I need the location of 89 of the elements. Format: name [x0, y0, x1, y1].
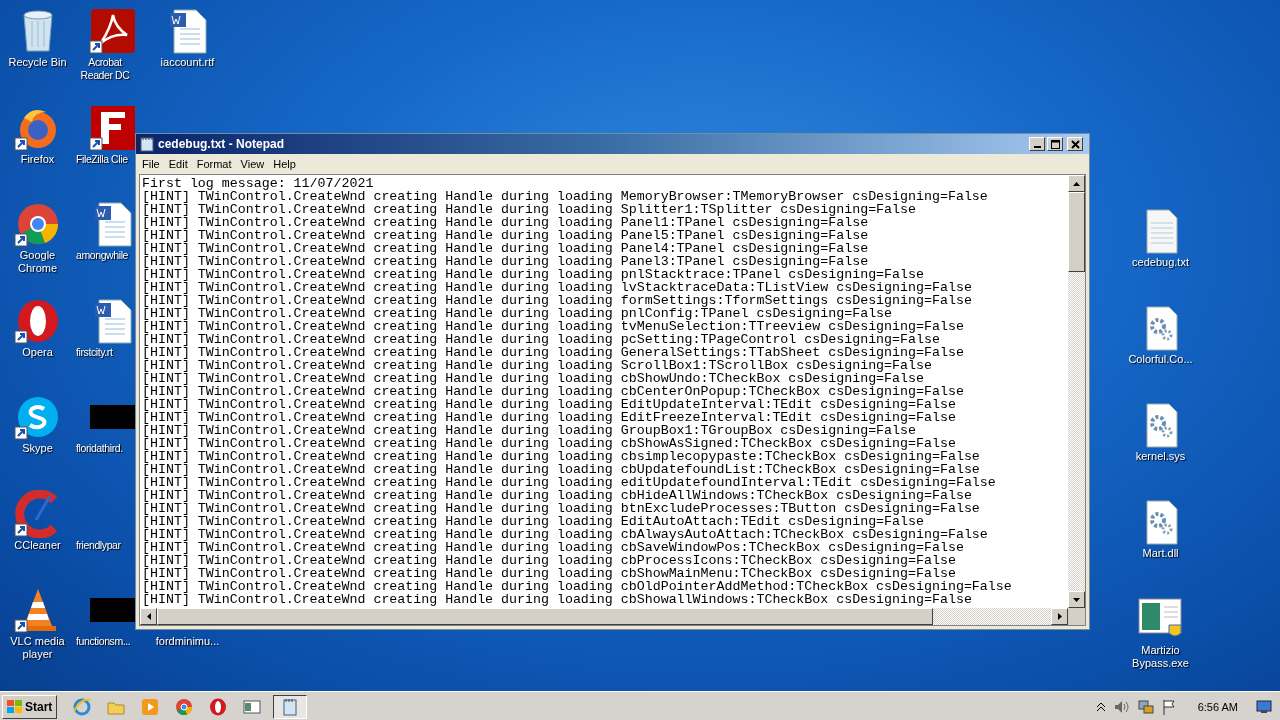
text-line: [HINT] TWinControl.CreateWnd creating Handle during loading MemoryBrowser:TMemoryBrowser csDesigning=False [142, 190, 989, 203]
show-desktop-icon[interactable] [1256, 699, 1272, 714]
filezilla-icon[interactable] [88, 103, 137, 152]
pdf-icon[interactable] [88, 7, 137, 55]
icon-label[interactable]: CCleaner [14, 538, 61, 552]
text-line: [HINT] TWinControl.CreateWnd creating Handle during loading lvStacktraceData:TListView csDesigning=False [142, 281, 973, 294]
text-line: [HINT] TWinControl.CreateWnd creating Handle during loading cbProcessIcons:TCheckBox csDesigning=False [142, 554, 956, 567]
menu-item[interactable]: Format [193, 158, 238, 170]
text-line: [HINT] TWinControl.CreateWnd creating Handle during loading cbsimplecopypaste:TCheckBox csDesigning=False [142, 450, 981, 463]
text-line: [HINT] TWinControl.CreateWnd creating Handle during loading cbShowUndo:TCheckBox csDesigning=False [142, 372, 924, 385]
text-line: [HINT] TWinControl.CreateWnd creating Handle during loading cbUpdatefoundList:TCheckBox csDesigning=False [142, 463, 980, 476]
minimize-icon [1033, 146, 1041, 148]
menu-item[interactable]: File [139, 158, 166, 170]
text-line: [HINT] TWinControl.CreateWnd creating Handle during loading cbCenterOnPopup:TCheckBox csDesigning=False [142, 385, 965, 398]
icon-label[interactable]: iaccount.rtf [160, 56, 215, 69]
text-line: First log message: 11/07/2021 [142, 177, 375, 190]
icon-label[interactable]: Martizio Bypass.exe [1124, 644, 1197, 670]
text-line: [HINT] TWinControl.CreateWnd creating Handle during loading formSettings:TformSettings csDesigning=False [142, 294, 973, 307]
icon-label[interactable]: Acrobat Reader DC [76, 56, 134, 82]
windows-logo-icon [7, 699, 23, 714]
menu-item[interactable]: Help [270, 158, 302, 170]
icon-label[interactable]: friendlypar [76, 538, 121, 552]
down-arrow-icon[interactable] [1073, 597, 1080, 602]
network-icon[interactable] [1137, 698, 1154, 715]
text-line: [HINT] TWinControl.CreateWnd creating Handle during loading pnlConfig:TPanel csDesigning=False [142, 307, 893, 320]
icon-label[interactable]: Mart.dll [1142, 547, 1179, 560]
icon-label[interactable]: Opera [22, 345, 53, 359]
notepad-icon [140, 136, 154, 152]
text-line: [HINT] TWinControl.CreateWnd creating Handle during loading cbShowAsSigned:TCheckBox csDesigning=False [142, 437, 956, 450]
text-line: [HINT] TWinControl.CreateWnd creating Handle during loading editUpdatefoundInterval:TEdit csDesigning=False [142, 476, 997, 489]
text-line: [HINT] TWinControl.CreateWnd creating Handle during loading tvMenuSelection:TTreeview csDesigning=False [142, 320, 965, 333]
speaker-icon[interactable] [1113, 699, 1130, 714]
text-line: [HINT] TWinControl.CreateWnd creating Handle during loading Panel1:TPanel csDesigning=False [142, 216, 869, 229]
horizontal-scrollbar[interactable] [140, 608, 1068, 625]
icon-label[interactable]: Firefox [20, 152, 55, 166]
icon-label[interactable]: FileZilla Clie [76, 152, 128, 166]
flag-icon[interactable] [1161, 698, 1176, 715]
icon-label[interactable]: fordminimu... [155, 635, 220, 648]
icon-label[interactable]: cedebug.txt [1132, 256, 1189, 269]
redaction-bar[interactable] [89, 598, 136, 623]
clock[interactable]: 6:56 AM [1197, 700, 1238, 713]
text-line: [HINT] TWinControl.CreateWnd creating Handle during loading pcSetting:TPageControl csDesigning=False [142, 333, 940, 346]
icon-label[interactable]: kernel.sys [1135, 450, 1186, 463]
left-arrow-icon[interactable] [146, 613, 151, 620]
text-line: [HINT] TWinControl.CreateWnd creating Handle during loading pnlStacktrace:TPanel csDesigning=False [142, 268, 924, 281]
icon-label[interactable]: firstcity.rt [76, 345, 113, 359]
text-line: [HINT] TWinControl.CreateWnd creating Handle during loading GroupBox1:TGroupBox csDesigning=False [142, 424, 916, 437]
icon-label[interactable]: Skype [22, 442, 53, 456]
text-line: [HINT] TWinControl.CreateWnd creating Handle during loading cbAlwaysAutoAttach:TCheckBox csDesigning=False [142, 528, 989, 541]
text-line: [HINT] TWinControl.CreateWnd creating Handle during loading Panel5:TPanel csDesigning=False [142, 229, 870, 242]
up-arrow-icon[interactable] [1073, 181, 1080, 186]
icon-label[interactable]: Recycle Bin [8, 56, 67, 69]
text-line: [HINT] TWinControl.CreateWnd creating Handle during loading ScrollBox1:TScrollBox csDesigning=False [142, 359, 932, 372]
menu-item[interactable]: View [237, 158, 271, 170]
close-button[interactable] [1067, 137, 1083, 151]
redaction-bar[interactable] [89, 405, 136, 430]
text-line: [HINT] TWinControl.CreateWnd creating Handle during loading EditFreezeInterval:TEdit csDesigning=False [142, 411, 957, 424]
icon-label[interactable]: Colorful.Co... [1128, 353, 1193, 366]
text-line: [HINT] TWinControl.CreateWnd creating Handle during loading EditUpdateInterval:TEdit csDesigning=False [142, 398, 956, 411]
maximize-button[interactable] [1047, 137, 1063, 151]
scroll-thumb[interactable] [1068, 192, 1085, 272]
menu-item[interactable]: Edit [165, 158, 194, 170]
text-line: [HINT] TWinControl.CreateWnd creating Handle during loading GeneralSettings:TTabSheet csDesigning=False [142, 346, 965, 359]
text-line: [HINT] TWinControl.CreateWnd creating Handle during loading btnExcludeProcesses:TButton csDesigning=False [142, 502, 981, 515]
text-line: [HINT] TWinControl.CreateWnd creating Handle during loading Splitter1:TSplitter csDesigning=False [142, 203, 916, 216]
icon-label[interactable]: VLC media player [1, 635, 74, 662]
icon-label[interactable]: amongwhile [76, 249, 129, 263]
text-line: [HINT] TWinControl.CreateWnd creating Handle during loading EditAutoAttach:TEdit csDesigning=False [142, 515, 924, 528]
window-title: cedebug.txt - Notepad [158, 137, 285, 151]
icon-label[interactable]: Google Chrome [1, 249, 74, 276]
notepad-icon[interactable] [273, 694, 308, 719]
text-line: [HINT] TWinControl.CreateWnd creating Handle during loading Panel4:TPanel csDesigning=False [142, 242, 870, 255]
text-line: [HINT] TWinControl.CreateWnd creating Handle during loading Panel3:TPanel csDesigning=False [142, 255, 869, 268]
scrollbar-corner [1068, 608, 1085, 625]
chevron-up-icon[interactable] [1095, 701, 1106, 712]
start-button[interactable]: Start [2, 694, 58, 719]
right-arrow-icon[interactable] [1057, 613, 1062, 620]
text-line: [HINT] TWinControl.CreateWnd creating Handle during loading cbHideAllWindows:TCheckBox csDesigning=False [142, 489, 972, 502]
close-icon [1070, 139, 1080, 149]
icon-label[interactable]: floridathird. [76, 442, 123, 456]
text-line: [HINT] TWinControl.CreateWnd creating Handle during loading cbShowallWindows:TCheckBox csDesigning=False [142, 593, 972, 606]
text-line: [HINT] TWinControl.CreateWnd creating Handle during loading cbShowMainMenu:TCheckBox csDesigning=False [142, 567, 956, 580]
minimize-button[interactable] [1029, 137, 1045, 151]
icon-label[interactable]: functionsm... [76, 635, 131, 649]
text-line: [HINT] TWinControl.CreateWnd creating Handle during loading cbOldPointerAddMethod:TCheckBox csDesigning=False [142, 580, 1013, 593]
scroll-thumb[interactable] [157, 608, 933, 625]
text-line: [HINT] TWinControl.CreateWnd creating Handle during loading cbSaveWindowPos:TCheckBox csDesigning=False [142, 541, 964, 554]
vertical-scrollbar[interactable] [1068, 175, 1085, 608]
maximize-icon [1050, 139, 1060, 149]
